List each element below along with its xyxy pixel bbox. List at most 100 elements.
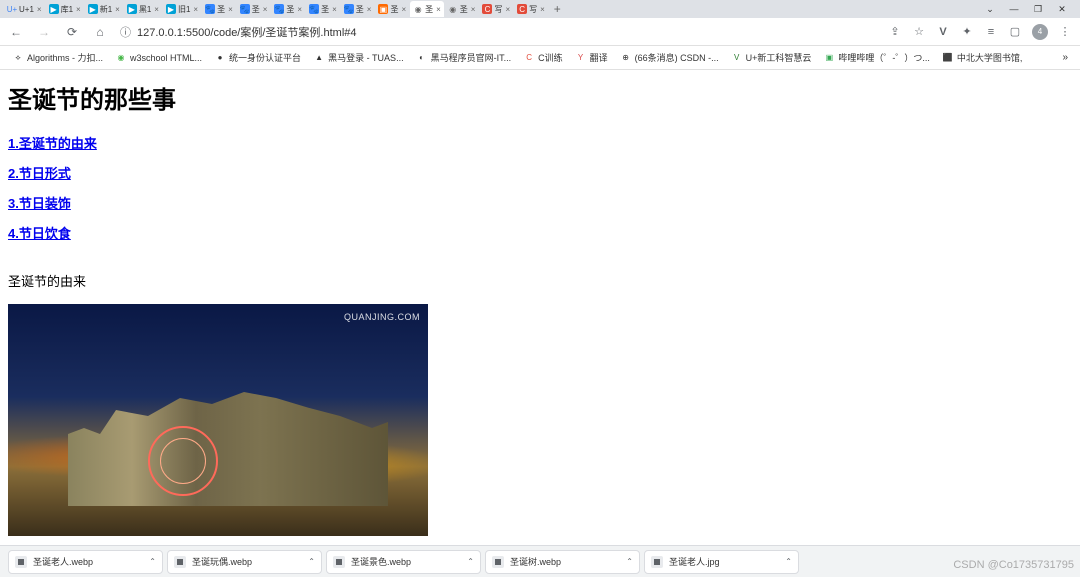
tab-close-icon[interactable]: × <box>367 5 372 14</box>
tab-close-icon[interactable]: × <box>76 5 81 14</box>
tab-favicon: 🐾 <box>309 4 319 14</box>
browser-tab[interactable]: ▶库1× <box>46 1 84 17</box>
browser-tab[interactable]: ◉圣× <box>445 1 479 17</box>
tab-close-icon[interactable]: × <box>263 5 268 14</box>
download-item[interactable]: 圣诞树.webp⌃ <box>485 550 640 574</box>
browser-tab[interactable]: 🐾圣× <box>271 1 305 17</box>
tab-label: 圣 <box>425 4 433 15</box>
browser-tab[interactable]: 🐾圣× <box>202 1 236 17</box>
bookmark-item[interactable]: CC训练 <box>519 49 567 66</box>
tab-label: 圣 <box>390 4 398 15</box>
reload-button[interactable]: ⟳ <box>64 24 80 40</box>
browser-tab[interactable]: U+U+1× <box>4 1 45 17</box>
reading-list-icon[interactable]: ≡ <box>984 25 998 39</box>
minimize-button[interactable]: — <box>1008 3 1020 15</box>
tab-close-icon[interactable]: × <box>401 5 406 14</box>
tab-close-icon[interactable]: × <box>37 5 42 14</box>
forward-button[interactable]: → <box>36 24 52 40</box>
bookmark-label: 统一身份认证平台 <box>229 51 301 64</box>
maximize-button[interactable]: ❐ <box>1032 3 1044 15</box>
file-icon <box>333 556 345 568</box>
chevron-up-icon[interactable]: ⌃ <box>785 557 792 566</box>
tab-label: 圣 <box>286 4 294 15</box>
bookmark-icon: ▲ <box>313 52 325 64</box>
bookmark-icon: ⟡ <box>12 52 24 64</box>
bookmark-item[interactable]: ◉w3school HTML... <box>111 49 206 66</box>
browser-tab[interactable]: ▶新1× <box>85 1 123 17</box>
bookmark-item[interactable]: VU+新工科智慧云 <box>727 49 816 66</box>
back-button[interactable]: ← <box>8 24 24 40</box>
tab-label: 旧1 <box>178 4 190 15</box>
browser-tab[interactable]: ◉圣× <box>410 1 444 17</box>
tab-close-icon[interactable]: × <box>193 5 198 14</box>
chevron-up-icon[interactable]: ⌃ <box>467 557 474 566</box>
chevron-up-icon[interactable]: ⌃ <box>626 557 633 566</box>
bookmark-item[interactable]: ⬛中北大学图书馆, <box>938 49 1027 66</box>
tab-label: 圣 <box>217 4 225 15</box>
new-tab-button[interactable]: + <box>548 1 567 17</box>
tab-close-icon[interactable]: × <box>154 5 159 14</box>
browser-tab[interactable]: 🐾圣× <box>341 1 375 17</box>
bookmark-item[interactable]: ⟡Algorithms - 力扣... <box>8 49 107 66</box>
toolbar: ← → ⟳ ⌂ ⓘ 127.0.0.1:5500/code/案例/圣诞节案例.h… <box>0 18 1080 46</box>
extensions-icon[interactable]: ✦ <box>960 25 974 39</box>
browser-tab[interactable]: ▶旧1× <box>163 1 201 17</box>
share-icon[interactable]: ⇪ <box>888 25 902 39</box>
toc-link[interactable]: 1.圣诞节的由来 <box>8 136 97 151</box>
profile-avatar[interactable]: 4 <box>1032 24 1048 40</box>
home-button[interactable]: ⌂ <box>92 24 108 40</box>
bookmark-item[interactable]: ⊕(66条消息) CSDN -... <box>616 49 723 66</box>
bookmark-item[interactable]: ▣哔哩哔哩（゜-゜）つ... <box>819 49 934 66</box>
tab-favicon: ◉ <box>413 4 423 14</box>
side-panel-icon[interactable]: ▢ <box>1008 25 1022 39</box>
toc-link[interactable]: 2.节日形式 <box>8 166 71 181</box>
browser-tab[interactable]: 🐾圣× <box>306 1 340 17</box>
browser-tab[interactable]: C写× <box>514 1 548 17</box>
bookmark-label: C训练 <box>538 51 563 64</box>
toc-link[interactable]: 3.节日装饰 <box>8 196 71 211</box>
browser-tab[interactable]: C写× <box>479 1 513 17</box>
bookmark-item[interactable]: ◐黑马程序员官网-IT... <box>412 49 516 66</box>
bookmark-star-icon[interactable]: ☆ <box>912 25 926 39</box>
download-item[interactable]: 圣诞老人.webp⌃ <box>8 550 163 574</box>
download-item[interactable]: 圣诞玩偶.webp⌃ <box>167 550 322 574</box>
tab-close-icon[interactable]: × <box>505 5 510 14</box>
bookmark-label: U+新工科智慧云 <box>746 51 812 64</box>
tab-label: 写 <box>494 4 502 15</box>
tab-close-icon[interactable]: × <box>332 5 337 14</box>
download-item[interactable]: 圣诞老人.jpg⌃ <box>644 550 799 574</box>
bookmark-label: 黑马登录 - TUAS... <box>328 51 404 64</box>
browser-tab[interactable]: ▶黑1× <box>124 1 162 17</box>
chevron-up-icon[interactable]: ⌃ <box>149 557 156 566</box>
tab-close-icon[interactable]: × <box>297 5 302 14</box>
tab-close-icon[interactable]: × <box>540 5 545 14</box>
browser-tab[interactable]: 🐾圣× <box>237 1 271 17</box>
tab-label: 黑1 <box>139 4 151 15</box>
bookmark-icon: ▣ <box>823 52 835 64</box>
site-info-icon[interactable]: ⓘ <box>120 24 131 40</box>
toc-link[interactable]: 4.节日饮食 <box>8 226 71 241</box>
chevron-up-icon[interactable]: ⌃ <box>308 557 315 566</box>
address-bar[interactable]: ⓘ 127.0.0.1:5500/code/案例/圣诞节案例.html#4 <box>120 24 876 40</box>
v-icon[interactable]: V <box>936 25 950 39</box>
download-item[interactable]: 圣诞景色.webp⌃ <box>326 550 481 574</box>
bookmarks-overflow-icon[interactable]: » <box>1058 52 1072 63</box>
browser-tab[interactable]: ▣圣× <box>375 1 409 17</box>
bookmark-item[interactable]: Y翻译 <box>571 49 612 66</box>
bookmarks-list: ⟡Algorithms - 力扣...◉w3school HTML...●统一身… <box>8 49 1054 66</box>
bookmark-item[interactable]: ●统一身份认证平台 <box>210 49 305 66</box>
bookmark-item[interactable]: ▲黑马登录 - TUAS... <box>309 49 408 66</box>
menu-icon[interactable]: ⋮ <box>1058 25 1072 39</box>
tab-close-icon[interactable]: × <box>436 5 441 14</box>
toc-item: 1.圣诞节的由来 <box>8 133 1072 153</box>
tab-close-icon[interactable]: × <box>471 5 476 14</box>
tab-dropdown-icon[interactable]: ⌄ <box>984 3 996 15</box>
bookmark-label: 中北大学图书馆, <box>957 51 1023 64</box>
image-buildings <box>68 386 388 506</box>
tab-favicon: 🐾 <box>205 4 215 14</box>
bookmark-icon: ◐ <box>416 52 428 64</box>
close-button[interactable]: ✕ <box>1056 3 1068 15</box>
tab-close-icon[interactable]: × <box>115 5 120 14</box>
tab-close-icon[interactable]: × <box>228 5 233 14</box>
toc-item: 3.节日装饰 <box>8 193 1072 213</box>
